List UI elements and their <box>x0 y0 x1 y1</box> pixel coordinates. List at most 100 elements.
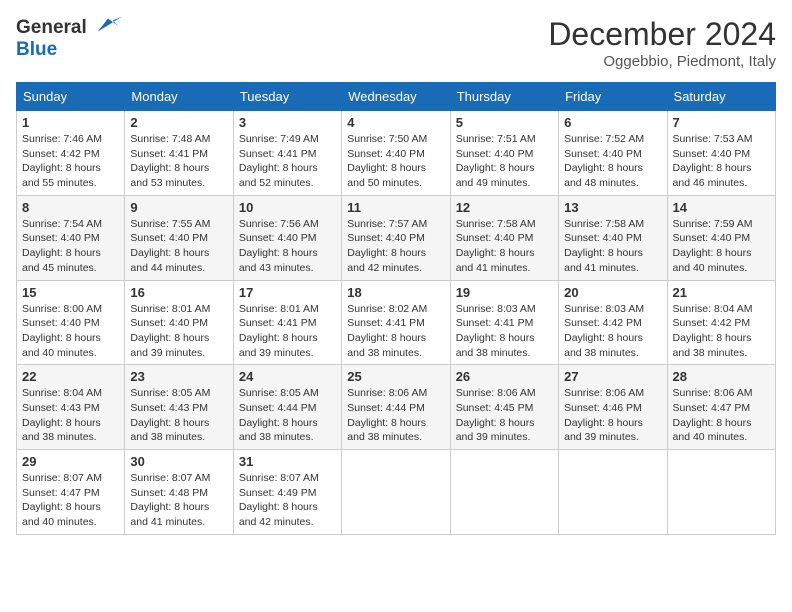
calendar-cell: 31 Sunrise: 8:07 AMSunset: 4:49 PMDaylig… <box>233 450 341 535</box>
day-number: 27 <box>564 369 661 384</box>
cell-content: Sunrise: 8:03 AMSunset: 4:41 PMDaylight:… <box>456 303 536 359</box>
calendar-cell: 24 Sunrise: 8:05 AMSunset: 4:44 PMDaylig… <box>233 365 341 450</box>
cell-content: Sunrise: 7:59 AMSunset: 4:40 PMDaylight:… <box>673 218 753 274</box>
cell-content: Sunrise: 8:06 AMSunset: 4:47 PMDaylight:… <box>673 387 753 443</box>
cell-content: Sunrise: 7:54 AMSunset: 4:40 PMDaylight:… <box>22 218 102 274</box>
calendar-cell: 11 Sunrise: 7:57 AMSunset: 4:40 PMDaylig… <box>342 195 450 280</box>
cell-content: Sunrise: 8:01 AMSunset: 4:41 PMDaylight:… <box>239 303 319 359</box>
cell-content: Sunrise: 7:48 AMSunset: 4:41 PMDaylight:… <box>130 133 210 189</box>
day-number: 29 <box>22 454 119 469</box>
cell-content: Sunrise: 7:52 AMSunset: 4:40 PMDaylight:… <box>564 133 644 189</box>
day-number: 24 <box>239 369 336 384</box>
cell-content: Sunrise: 8:06 AMSunset: 4:46 PMDaylight:… <box>564 387 644 443</box>
day-number: 21 <box>673 285 770 300</box>
day-number: 2 <box>130 115 227 130</box>
logo-text-blue: Blue <box>16 40 122 61</box>
weekday-header-wednesday: Wednesday <box>342 83 450 111</box>
calendar-cell: 4 Sunrise: 7:50 AMSunset: 4:40 PMDayligh… <box>342 111 450 196</box>
day-number: 30 <box>130 454 227 469</box>
day-number: 1 <box>22 115 119 130</box>
cell-content: Sunrise: 8:03 AMSunset: 4:42 PMDaylight:… <box>564 303 644 359</box>
day-number: 8 <box>22 200 119 215</box>
calendar-header-row: SundayMondayTuesdayWednesdayThursdayFrid… <box>17 83 776 111</box>
weekday-header-sunday: Sunday <box>17 83 125 111</box>
calendar-cell: 13 Sunrise: 7:58 AMSunset: 4:40 PMDaylig… <box>559 195 667 280</box>
calendar-week-5: 29 Sunrise: 8:07 AMSunset: 4:47 PMDaylig… <box>17 450 776 535</box>
day-number: 25 <box>347 369 444 384</box>
calendar-cell: 25 Sunrise: 8:06 AMSunset: 4:44 PMDaylig… <box>342 365 450 450</box>
calendar-cell: 1 Sunrise: 7:46 AMSunset: 4:42 PMDayligh… <box>17 111 125 196</box>
calendar-week-2: 8 Sunrise: 7:54 AMSunset: 4:40 PMDayligh… <box>17 195 776 280</box>
calendar-week-1: 1 Sunrise: 7:46 AMSunset: 4:42 PMDayligh… <box>17 111 776 196</box>
location-text: Oggebbio, Piedmont, Italy <box>548 53 776 70</box>
cell-content: Sunrise: 8:05 AMSunset: 4:43 PMDaylight:… <box>130 387 210 443</box>
calendar-cell: 28 Sunrise: 8:06 AMSunset: 4:47 PMDaylig… <box>667 365 775 450</box>
cell-content: Sunrise: 8:06 AMSunset: 4:44 PMDaylight:… <box>347 387 427 443</box>
logo-bird-icon <box>94 12 122 40</box>
day-number: 16 <box>130 285 227 300</box>
calendar-cell: 3 Sunrise: 7:49 AMSunset: 4:41 PMDayligh… <box>233 111 341 196</box>
calendar-cell: 19 Sunrise: 8:03 AMSunset: 4:41 PMDaylig… <box>450 280 558 365</box>
day-number: 3 <box>239 115 336 130</box>
cell-content: Sunrise: 7:55 AMSunset: 4:40 PMDaylight:… <box>130 218 210 274</box>
calendar-cell: 6 Sunrise: 7:52 AMSunset: 4:40 PMDayligh… <box>559 111 667 196</box>
day-number: 19 <box>456 285 553 300</box>
calendar-cell: 2 Sunrise: 7:48 AMSunset: 4:41 PMDayligh… <box>125 111 233 196</box>
cell-content: Sunrise: 8:04 AMSunset: 4:43 PMDaylight:… <box>22 387 102 443</box>
calendar-cell <box>667 450 775 535</box>
day-number: 20 <box>564 285 661 300</box>
day-number: 28 <box>673 369 770 384</box>
day-number: 10 <box>239 200 336 215</box>
cell-content: Sunrise: 7:50 AMSunset: 4:40 PMDaylight:… <box>347 133 427 189</box>
calendar-cell: 12 Sunrise: 7:58 AMSunset: 4:40 PMDaylig… <box>450 195 558 280</box>
calendar-cell: 7 Sunrise: 7:53 AMSunset: 4:40 PMDayligh… <box>667 111 775 196</box>
calendar-cell: 26 Sunrise: 8:06 AMSunset: 4:45 PMDaylig… <box>450 365 558 450</box>
calendar-cell: 15 Sunrise: 8:00 AMSunset: 4:40 PMDaylig… <box>17 280 125 365</box>
page-header: General Blue December 2024 Oggebbio, Pie… <box>16 16 776 70</box>
title-block: December 2024 Oggebbio, Piedmont, Italy <box>548 16 776 70</box>
calendar-cell: 5 Sunrise: 7:51 AMSunset: 4:40 PMDayligh… <box>450 111 558 196</box>
day-number: 23 <box>130 369 227 384</box>
calendar-body: 1 Sunrise: 7:46 AMSunset: 4:42 PMDayligh… <box>17 111 776 535</box>
calendar-cell: 30 Sunrise: 8:07 AMSunset: 4:48 PMDaylig… <box>125 450 233 535</box>
cell-content: Sunrise: 7:46 AMSunset: 4:42 PMDaylight:… <box>22 133 102 189</box>
calendar-cell: 22 Sunrise: 8:04 AMSunset: 4:43 PMDaylig… <box>17 365 125 450</box>
logo-text-general: General <box>16 17 87 38</box>
calendar-cell: 29 Sunrise: 8:07 AMSunset: 4:47 PMDaylig… <box>17 450 125 535</box>
calendar-cell: 16 Sunrise: 8:01 AMSunset: 4:40 PMDaylig… <box>125 280 233 365</box>
day-number: 14 <box>673 200 770 215</box>
calendar-cell: 8 Sunrise: 7:54 AMSunset: 4:40 PMDayligh… <box>17 195 125 280</box>
calendar-cell: 10 Sunrise: 7:56 AMSunset: 4:40 PMDaylig… <box>233 195 341 280</box>
weekday-header-thursday: Thursday <box>450 83 558 111</box>
calendar-cell: 18 Sunrise: 8:02 AMSunset: 4:41 PMDaylig… <box>342 280 450 365</box>
cell-content: Sunrise: 8:02 AMSunset: 4:41 PMDaylight:… <box>347 303 427 359</box>
day-number: 17 <box>239 285 336 300</box>
day-number: 26 <box>456 369 553 384</box>
day-number: 22 <box>22 369 119 384</box>
calendar-cell <box>559 450 667 535</box>
cell-content: Sunrise: 7:58 AMSunset: 4:40 PMDaylight:… <box>456 218 536 274</box>
calendar-cell: 14 Sunrise: 7:59 AMSunset: 4:40 PMDaylig… <box>667 195 775 280</box>
day-number: 4 <box>347 115 444 130</box>
cell-content: Sunrise: 8:00 AMSunset: 4:40 PMDaylight:… <box>22 303 102 359</box>
calendar-cell: 27 Sunrise: 8:06 AMSunset: 4:46 PMDaylig… <box>559 365 667 450</box>
cell-content: Sunrise: 7:49 AMSunset: 4:41 PMDaylight:… <box>239 133 319 189</box>
day-number: 18 <box>347 285 444 300</box>
cell-content: Sunrise: 7:53 AMSunset: 4:40 PMDaylight:… <box>673 133 753 189</box>
calendar-cell: 17 Sunrise: 8:01 AMSunset: 4:41 PMDaylig… <box>233 280 341 365</box>
day-number: 15 <box>22 285 119 300</box>
day-number: 7 <box>673 115 770 130</box>
weekday-header-tuesday: Tuesday <box>233 83 341 111</box>
calendar-cell: 9 Sunrise: 7:55 AMSunset: 4:40 PMDayligh… <box>125 195 233 280</box>
cell-content: Sunrise: 8:04 AMSunset: 4:42 PMDaylight:… <box>673 303 753 359</box>
cell-content: Sunrise: 8:07 AMSunset: 4:48 PMDaylight:… <box>130 472 210 528</box>
calendar-week-4: 22 Sunrise: 8:04 AMSunset: 4:43 PMDaylig… <box>17 365 776 450</box>
calendar-table: SundayMondayTuesdayWednesdayThursdayFrid… <box>16 82 776 535</box>
month-title: December 2024 <box>548 16 776 53</box>
cell-content: Sunrise: 7:56 AMSunset: 4:40 PMDaylight:… <box>239 218 319 274</box>
cell-content: Sunrise: 8:06 AMSunset: 4:45 PMDaylight:… <box>456 387 536 443</box>
calendar-cell <box>450 450 558 535</box>
cell-content: Sunrise: 8:07 AMSunset: 4:49 PMDaylight:… <box>239 472 319 528</box>
calendar-cell: 20 Sunrise: 8:03 AMSunset: 4:42 PMDaylig… <box>559 280 667 365</box>
cell-content: Sunrise: 8:05 AMSunset: 4:44 PMDaylight:… <box>239 387 319 443</box>
